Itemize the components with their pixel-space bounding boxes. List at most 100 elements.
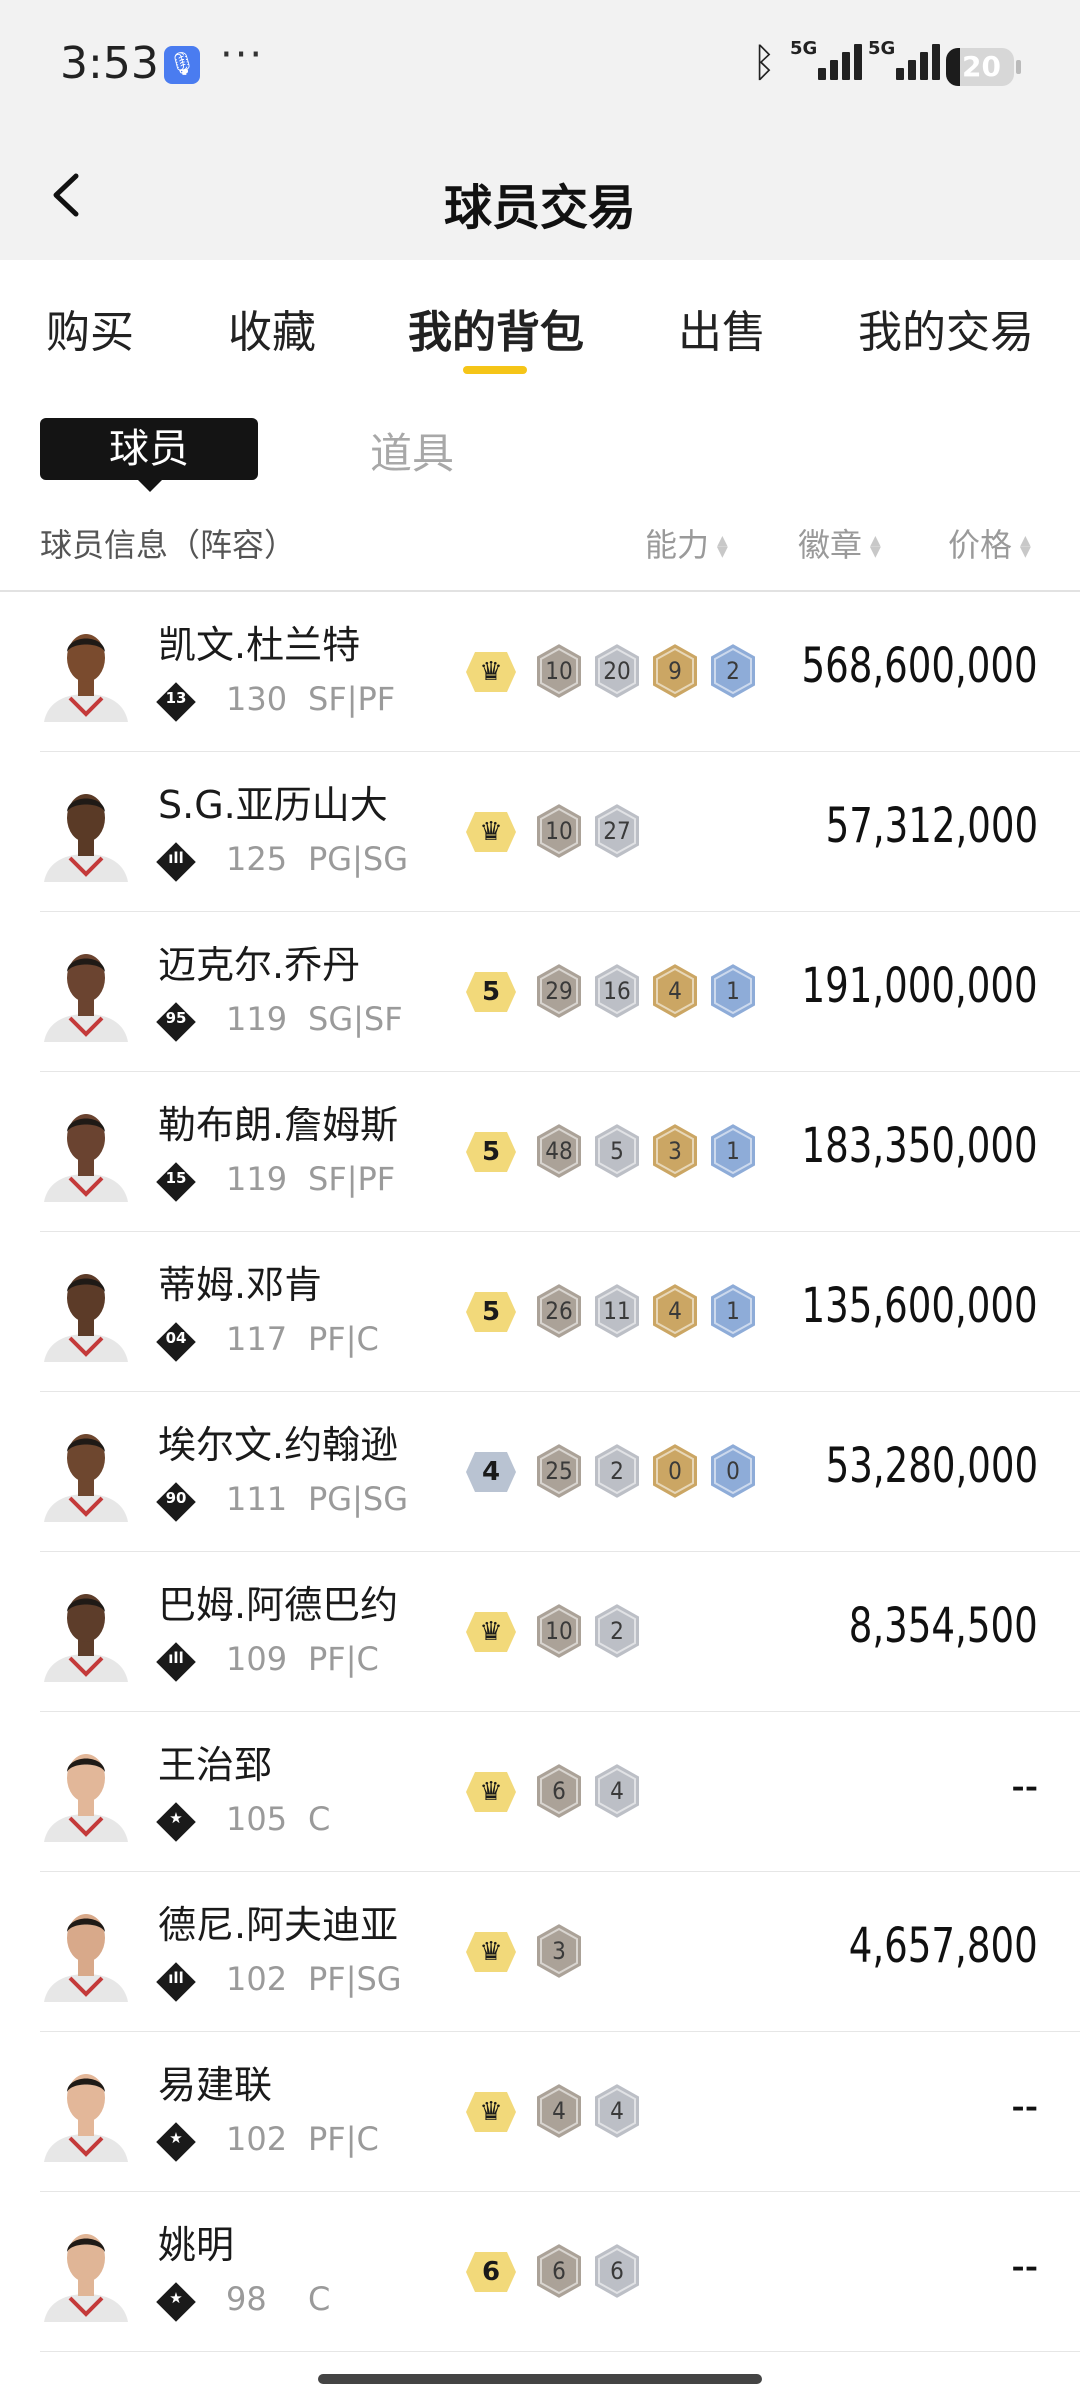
player-row[interactable]: 易建联 ★ 102 PF|C ♛ 4 4 -- bbox=[0, 2032, 1080, 2192]
player-price: 53,280,000 bbox=[825, 1438, 1038, 1494]
crown-icon: ♛ bbox=[479, 2097, 503, 2127]
ability-badge: 4 bbox=[465, 1451, 517, 1493]
player-rating: 105 bbox=[226, 1800, 288, 1838]
status-time: 3:53 bbox=[60, 38, 159, 89]
player-rating: 98 bbox=[226, 2280, 267, 2318]
player-position: PF|SG bbox=[308, 1960, 402, 1998]
tab-favorites[interactable]: 收藏 bbox=[228, 296, 316, 360]
player-avatar bbox=[40, 778, 132, 882]
player-row[interactable]: 巴姆.阿德巴约 ıll 109 PF|C ♛ 10 2 8,354,500 bbox=[0, 1552, 1080, 1712]
player-row[interactable]: 埃尔文.约翰逊 90 111 PG|SG 4 25 2 0 0 53,280,000 bbox=[0, 1392, 1080, 1552]
badge-count: 9 bbox=[649, 641, 701, 701]
badge-count: 16 bbox=[591, 961, 643, 1021]
player-position: PG|SG bbox=[308, 1480, 408, 1518]
ability-badge: ♛ bbox=[465, 2091, 517, 2133]
player-rating: 119 bbox=[226, 1160, 288, 1198]
player-rating: 102 bbox=[226, 2120, 288, 2158]
player-rating: 130 bbox=[226, 680, 288, 718]
player-name: 埃尔文.约翰逊 bbox=[158, 1423, 399, 1467]
badge-count: 0 bbox=[707, 1441, 759, 1501]
tab-sell[interactable]: 出售 bbox=[678, 296, 766, 360]
microphone-icon: 🎙 bbox=[164, 46, 200, 84]
home-indicator[interactable] bbox=[318, 2374, 762, 2384]
player-avatar bbox=[40, 1738, 132, 1842]
player-price: 568,600,000 bbox=[801, 638, 1038, 694]
badge-count: 20 bbox=[591, 641, 643, 701]
lineup-tag-bars: ıll bbox=[168, 1649, 184, 1667]
tab-my-backpack[interactable]: 我的背包 bbox=[408, 296, 584, 360]
player-avatar bbox=[40, 938, 132, 1042]
nav-bar: 球员交易 bbox=[0, 130, 1080, 260]
badge-count: 6 bbox=[533, 2241, 585, 2301]
player-row[interactable]: 德尼.阿夫迪亚 ıll 102 PF|SG ♛ 3 4,657,800 bbox=[0, 1872, 1080, 2032]
ability-badge: 5 bbox=[465, 1291, 517, 1333]
battery-tip bbox=[1016, 60, 1021, 74]
player-rating: 109 bbox=[226, 1640, 288, 1678]
player-avatar bbox=[40, 618, 132, 722]
tab-buy[interactable]: 购买 bbox=[46, 296, 134, 360]
badge-count: 26 bbox=[533, 1281, 585, 1341]
column-header-ability[interactable]: 能力 ▲ ▼ bbox=[645, 520, 728, 566]
player-avatar bbox=[40, 1898, 132, 2002]
player-row[interactable]: 凯文.杜兰特 13 130 SF|PF ♛ 10 20 9 2 568,600,000 bbox=[0, 592, 1080, 752]
ability-badge: ♛ bbox=[465, 1931, 517, 1973]
column-header-info: 球员信息（阵容） bbox=[40, 526, 297, 564]
player-position: SG|SF bbox=[308, 1000, 403, 1038]
badge-count: 2 bbox=[591, 1441, 643, 1501]
player-rating: 125 bbox=[226, 840, 288, 878]
player-rating: 102 bbox=[226, 1960, 288, 1998]
player-avatar bbox=[40, 1418, 132, 1522]
badge-count: 11 bbox=[591, 1281, 643, 1341]
player-name: 王治郅 bbox=[158, 1743, 273, 1787]
player-name: 易建联 bbox=[158, 2063, 273, 2107]
column-header-price[interactable]: 价格 ▲ ▼ bbox=[948, 520, 1031, 566]
badge-count: 10 bbox=[533, 1601, 585, 1661]
ability-badge: 6 bbox=[465, 2251, 517, 2293]
player-price: -- bbox=[1011, 1758, 1038, 1814]
player-position: PG|SG bbox=[308, 840, 408, 878]
badge-count: 2 bbox=[707, 641, 759, 701]
player-row[interactable]: 姚明 ★ 98 C 6 6 6 -- bbox=[0, 2192, 1080, 2352]
badge-count: 5 bbox=[591, 1121, 643, 1181]
ability-badge: ♛ bbox=[465, 1771, 517, 1813]
player-name: 姚明 bbox=[158, 2223, 235, 2267]
player-price: 4,657,800 bbox=[849, 1918, 1038, 1974]
column-header-badge[interactable]: 徽章 ▲ ▼ bbox=[798, 520, 881, 566]
player-name: 勒布朗.詹姆斯 bbox=[158, 1103, 399, 1147]
battery-icon: 20 bbox=[946, 48, 1014, 86]
player-row[interactable]: 王治郅 ★ 105 C ♛ 6 4 -- bbox=[0, 1712, 1080, 1872]
tab-my-trades[interactable]: 我的交易 bbox=[858, 296, 1034, 360]
player-position: C bbox=[308, 1800, 331, 1838]
player-rating: 119 bbox=[226, 1000, 288, 1038]
player-price: 183,350,000 bbox=[801, 1118, 1038, 1174]
player-price: 8,354,500 bbox=[849, 1598, 1038, 1654]
player-name: 巴姆.阿德巴约 bbox=[158, 1583, 399, 1627]
lineup-tag-star: ★ bbox=[169, 1809, 183, 1827]
player-price: 135,600,000 bbox=[801, 1278, 1038, 1334]
player-row[interactable]: 勒布朗.詹姆斯 15 119 SF|PF 5 48 5 3 1 183,350,000 bbox=[0, 1072, 1080, 1232]
badge-count: 29 bbox=[533, 961, 585, 1021]
ability-badge: ♛ bbox=[465, 651, 517, 693]
subtab-players[interactable]: 球员 bbox=[40, 418, 258, 480]
badge-count: 6 bbox=[591, 2241, 643, 2301]
badge-count: 6 bbox=[533, 1761, 585, 1821]
crown-icon: ♛ bbox=[479, 1617, 503, 1647]
sort-icon: ▲ ▼ bbox=[870, 533, 881, 560]
player-position: PF|C bbox=[308, 1640, 379, 1678]
badge-count: 3 bbox=[649, 1121, 701, 1181]
lineup-tag-bars: ıll bbox=[168, 849, 184, 867]
ability-level: 5 bbox=[481, 1137, 501, 1167]
ability-level: 5 bbox=[481, 1297, 501, 1327]
sort-icon: ▲ ▼ bbox=[717, 533, 728, 560]
lineup-tag-star: ★ bbox=[169, 2289, 183, 2307]
lineup-tag-number: 90 bbox=[165, 1489, 187, 1507]
badge-count: 1 bbox=[707, 1121, 759, 1181]
player-row[interactable]: S.G.亚历山大 ıll 125 PG|SG ♛ 10 27 57,312,000 bbox=[0, 752, 1080, 912]
subtab-items[interactable]: 道具 bbox=[370, 420, 454, 481]
row-divider bbox=[40, 2351, 1080, 2352]
player-name: 凯文.杜兰特 bbox=[158, 623, 361, 667]
player-avatar bbox=[40, 2058, 132, 2162]
player-row[interactable]: 迈克尔.乔丹 95 119 SG|SF 5 29 16 4 1 191,000,000 bbox=[0, 912, 1080, 1072]
player-avatar bbox=[40, 2218, 132, 2322]
player-row[interactable]: 蒂姆.邓肯 04 117 PF|C 5 26 11 4 1 135,600,000 bbox=[0, 1232, 1080, 1392]
